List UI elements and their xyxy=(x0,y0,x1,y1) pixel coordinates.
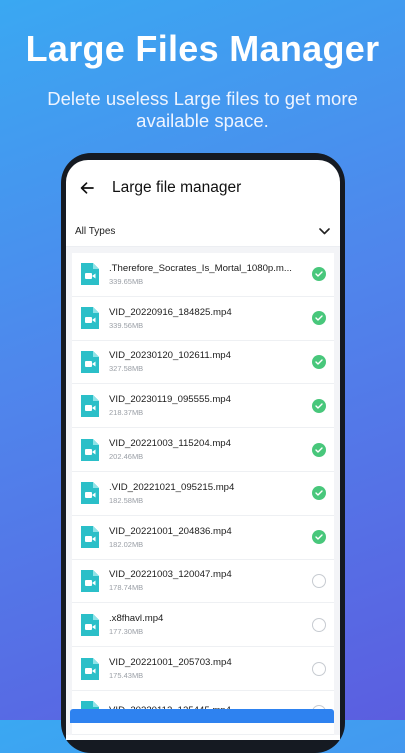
select-checkbox[interactable] xyxy=(311,398,326,413)
video-file-icon xyxy=(81,307,99,330)
select-checkbox[interactable] xyxy=(311,442,326,457)
file-size: 218.37MB xyxy=(109,408,144,418)
file-name: VID_20221001_205703.mp4 xyxy=(109,657,232,669)
filter-label: All Types xyxy=(75,225,116,237)
video-file-icon xyxy=(81,569,99,592)
file-size: 202.46MB xyxy=(109,452,144,462)
chevron-down-icon xyxy=(319,227,330,234)
select-checkbox[interactable] xyxy=(311,661,326,676)
arrow-left-icon xyxy=(80,182,94,194)
file-text: VID_20221001_204836.mp4 182.02MB xyxy=(109,526,305,549)
file-item[interactable]: VID_20221001_205703.mp4 175.43MB xyxy=(72,647,334,691)
video-file-icon xyxy=(81,613,99,636)
file-name: .x8fhavl.mp4 xyxy=(109,613,164,625)
file-item[interactable]: VID_20220916_184825.mp4 339.56MB xyxy=(72,296,334,341)
file-size: 327.58MB xyxy=(109,364,144,374)
file-text: VID_20230119_095555.mp4 218.37MB xyxy=(109,394,305,417)
file-size: 182.58MB xyxy=(109,495,144,505)
video-file-icon xyxy=(81,526,99,549)
file-name: VID_20221003_115204.mp4 xyxy=(109,438,231,450)
file-text: .x8fhavl.mp4 177.30MB xyxy=(109,613,305,636)
select-checkbox[interactable] xyxy=(311,267,326,282)
file-text: VID_20221001_205703.mp4 175.43MB xyxy=(109,657,305,680)
file-name: .Therefore_Socrates_Is_Mortal_1080p.m... xyxy=(109,262,292,274)
file-item[interactable]: .x8fhavl.mp4 177.30MB xyxy=(72,603,334,648)
file-item[interactable]: VID_20230120_102611.mp4 327.58MB xyxy=(72,340,334,385)
select-checkbox[interactable] xyxy=(311,311,326,326)
select-checkbox[interactable] xyxy=(311,530,326,545)
back-button[interactable] xyxy=(76,177,98,199)
file-name: VID_20220916_184825.mp4 xyxy=(109,306,232,318)
unchecked-circle-icon xyxy=(311,661,326,676)
file-size: 339.65MB xyxy=(109,276,144,286)
file-name: VID_20221003_120047.mp4 xyxy=(109,569,232,581)
select-checkbox[interactable] xyxy=(311,573,326,588)
file-text: VID_20230120_102611.mp4 327.58MB xyxy=(109,350,305,373)
file-name: VID_20230120_102611.mp4 xyxy=(109,350,231,362)
check-icon xyxy=(311,354,326,369)
file-text: VID_20220916_184825.mp4 339.56MB xyxy=(109,307,305,330)
file-name: VID_20230119_095555.mp4 xyxy=(109,394,231,406)
check-icon xyxy=(311,530,326,545)
check-icon xyxy=(311,398,326,413)
check-icon xyxy=(311,486,326,501)
promo-headline: Large Files Manager xyxy=(25,28,380,69)
file-size: 182.02MB xyxy=(109,539,144,549)
file-item[interactable]: .VID_20221021_095215.mp4 182.58MB xyxy=(72,471,334,516)
app-bar: Large file manager xyxy=(66,160,340,216)
select-checkbox[interactable] xyxy=(311,486,326,501)
file-text: VID_20221003_120047.mp4 178.74MB xyxy=(109,569,305,592)
unchecked-circle-icon xyxy=(311,617,326,632)
file-item[interactable]: .Therefore_Socrates_Is_Mortal_1080p.m...… xyxy=(72,253,334,297)
select-checkbox[interactable] xyxy=(311,354,326,369)
file-item[interactable]: VID_20221003_115204.mp4 202.46MB xyxy=(72,428,334,472)
unchecked-circle-icon xyxy=(311,573,326,588)
file-name: .VID_20221021_095215.mp4 xyxy=(109,481,235,493)
app-screen: Large file manager All Types .Therefore_… xyxy=(66,160,340,740)
select-checkbox[interactable] xyxy=(311,617,326,632)
video-file-icon xyxy=(81,657,99,680)
video-file-icon xyxy=(81,263,99,286)
check-icon xyxy=(311,267,326,282)
file-size: 339.56MB xyxy=(109,320,144,330)
video-file-icon xyxy=(81,394,99,417)
file-item[interactable]: VID_20221001_204836.mp4 182.02MB xyxy=(72,515,334,560)
file-text: VID_20221003_115204.mp4 202.46MB xyxy=(109,438,305,461)
file-text: .Therefore_Socrates_Is_Mortal_1080p.m...… xyxy=(109,263,305,286)
file-name: VID_20221001_204836.mp4 xyxy=(109,525,232,537)
app-title: Large file manager xyxy=(112,179,242,196)
file-text: .VID_20221021_095215.mp4 182.58MB xyxy=(109,482,305,505)
check-icon xyxy=(311,442,326,457)
file-size: 175.43MB xyxy=(109,671,144,681)
delete-button[interactable] xyxy=(70,709,334,723)
file-size: 177.30MB xyxy=(109,627,144,637)
file-item[interactable]: VID_20230119_095555.mp4 218.37MB xyxy=(72,384,334,429)
file-list: .Therefore_Socrates_Is_Mortal_1080p.m...… xyxy=(66,247,340,735)
check-icon xyxy=(311,311,326,326)
video-file-icon xyxy=(81,350,99,373)
file-size: 178.74MB xyxy=(109,583,144,593)
file-item[interactable]: VID_20221003_120047.mp4 178.74MB xyxy=(72,559,334,604)
promo-subline: Delete useless Large files to get more a… xyxy=(47,88,358,131)
video-file-icon xyxy=(81,438,99,461)
video-file-icon xyxy=(81,482,99,505)
type-filter-dropdown[interactable]: All Types xyxy=(66,216,340,247)
